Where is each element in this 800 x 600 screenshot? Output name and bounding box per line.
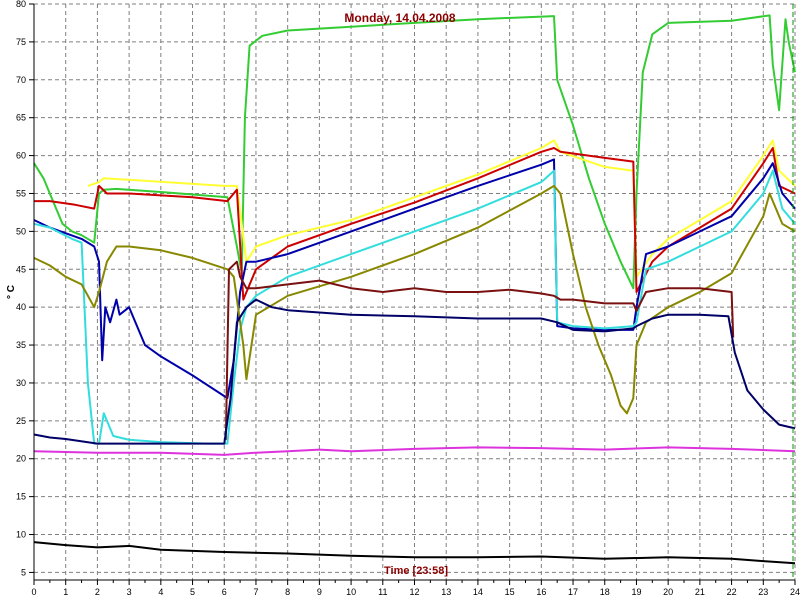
- x-tick-label: 15: [505, 587, 515, 597]
- x-tick-label: 16: [536, 587, 546, 597]
- y-tick-label: 20: [16, 454, 26, 464]
- y-tick-label: 65: [16, 113, 26, 123]
- y-tick-label: 75: [16, 37, 26, 47]
- y-tick-label: 10: [16, 530, 26, 540]
- x-tick-label: 1: [63, 587, 68, 597]
- x-tick-label: 2: [95, 587, 100, 597]
- y-axis-label: ° C: [6, 285, 17, 299]
- x-tick-label: 20: [663, 587, 673, 597]
- y-tick-label: 55: [16, 188, 26, 198]
- x-tick-label: 24: [790, 587, 800, 597]
- x-tick-label: 5: [190, 587, 195, 597]
- y-tick-label: 30: [16, 378, 26, 388]
- x-axis-label: Time [23:58]: [384, 565, 448, 577]
- y-tick-label: 80: [16, 0, 26, 9]
- x-tick-label: 22: [727, 587, 737, 597]
- x-tick-label: 6: [222, 587, 227, 597]
- line-chart: 0 1 2 3 4 5 6 7 8 9 10 11 12 13 14 15 16 17 18 19 20 21 22 23 24…: [0, 0, 800, 600]
- y-tick-label: 15: [16, 492, 26, 502]
- x-tick-label: 18: [600, 587, 610, 597]
- x-tick-label: 19: [631, 587, 641, 597]
- x-tick-label: 14: [473, 587, 483, 597]
- y-tick-label: 35: [16, 340, 26, 350]
- y-tick-label: 40: [16, 302, 26, 312]
- x-tick-label: 11: [378, 587, 387, 597]
- chart-title: Monday, 14.04.2008: [344, 11, 455, 25]
- x-tick-label: 4: [158, 587, 163, 597]
- x-tick-label: 23: [758, 587, 768, 597]
- y-tick-label: 60: [16, 151, 26, 161]
- x-tick-label: 12: [409, 587, 419, 597]
- plot-background: [0, 0, 800, 600]
- y-tick-label: 50: [16, 226, 26, 236]
- x-tick-label: 13: [441, 587, 451, 597]
- y-tick-label: 25: [16, 416, 26, 426]
- x-tick-label: 10: [346, 587, 356, 597]
- y-tick-label: 5: [21, 567, 26, 577]
- x-tick-label: 17: [568, 587, 578, 597]
- chart: 0 1 2 3 4 5 6 7 8 9 10 11 12 13 14 15 16 17 18 19 20 21 22 23 24…: [0, 0, 800, 600]
- x-tick-label: 8: [285, 587, 290, 597]
- x-tick-label: 7: [253, 587, 258, 597]
- x-tick-label: 3: [127, 587, 132, 597]
- y-tick-label: 45: [16, 264, 26, 274]
- x-tick-label: 9: [317, 587, 322, 597]
- x-tick-label: 0: [31, 587, 36, 597]
- y-tick-label: 70: [16, 75, 26, 85]
- x-tick-label: 21: [695, 587, 705, 597]
